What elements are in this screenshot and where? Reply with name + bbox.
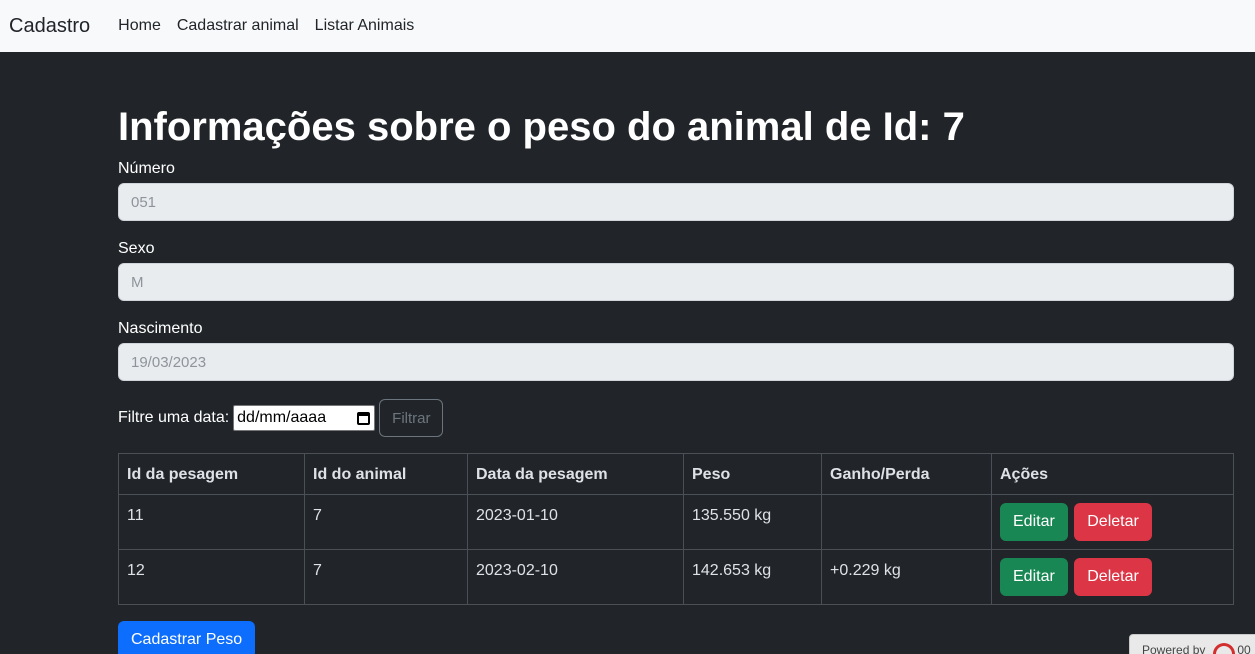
header-ganho-perda: Ganho/Perda — [821, 453, 992, 495]
header-id-pesagem: Id da pesagem — [118, 453, 305, 495]
nascimento-group: Nascimento — [118, 319, 1234, 381]
cell-peso: 135.550 kg — [683, 494, 822, 550]
cell-id-animal: 7 — [304, 494, 468, 550]
page-title: Informações sobre o peso do animal de Id… — [118, 105, 965, 149]
sexo-field[interactable] — [118, 263, 1234, 301]
cell-ganho-perda — [821, 494, 992, 550]
numero-field[interactable] — [118, 183, 1234, 221]
table-header-row: Id da pesagem Id do animal Data da pesag… — [118, 453, 1234, 495]
navbar-brand[interactable]: Cadastro — [9, 15, 90, 38]
table-row: 11 7 2023-01-10 135.550 kg Editar Deleta… — [118, 494, 1234, 550]
powered-by-text: Powered by — [1142, 643, 1206, 654]
nascimento-label: Nascimento — [118, 320, 203, 337]
date-filter-input[interactable]: dd/mm/aaaa — [233, 405, 376, 431]
header-id-animal: Id do animal — [304, 453, 468, 495]
edit-button[interactable]: Editar — [1000, 558, 1068, 596]
table-row: 12 7 2023-02-10 142.653 kg +0.229 kg Edi… — [118, 549, 1234, 605]
cell-acoes: Editar Deletar — [991, 549, 1234, 605]
powered-by-badge[interactable]: Powered by 00 — [1129, 634, 1255, 654]
edit-button[interactable]: Editar — [1000, 503, 1068, 541]
filter-button[interactable]: Filtrar — [379, 399, 444, 437]
main-container: Informações sobre o peso do animal de Id… — [118, 52, 1234, 654]
header-data-pesagem: Data da pesagem — [467, 453, 684, 495]
cell-id-pesagem: 12 — [118, 549, 305, 605]
filter-label: Filtre uma data: — [118, 409, 230, 426]
header-peso: Peso — [683, 453, 822, 495]
powered-by-logo-text: 00 — [1237, 643, 1251, 654]
cell-data-pesagem: 2023-02-10 — [467, 549, 684, 605]
cadastrar-peso-button[interactable]: Cadastrar Peso — [118, 621, 256, 654]
cell-id-animal: 7 — [304, 549, 468, 605]
nav-link-listar-animais[interactable]: Listar Animais — [315, 17, 415, 35]
cell-peso: 142.653 kg — [683, 549, 822, 605]
filter-row: Filtre uma data: dd/mm/aaaa Filtrar — [118, 399, 1234, 437]
date-placeholder: dd/mm/aaaa — [237, 409, 327, 426]
cell-acoes: Editar Deletar — [991, 494, 1234, 550]
weighings-table: Id da pesagem Id do animal Data da pesag… — [118, 453, 1234, 605]
calendar-icon[interactable] — [357, 411, 371, 425]
nascimento-field[interactable] — [118, 343, 1234, 381]
delete-button[interactable]: Deletar — [1074, 503, 1152, 541]
cell-ganho-perda: +0.229 kg — [821, 549, 992, 605]
sexo-group: Sexo — [118, 239, 1234, 301]
sexo-label: Sexo — [118, 240, 155, 257]
delete-button[interactable]: Deletar — [1074, 558, 1152, 596]
header-acoes: Ações — [991, 453, 1234, 495]
nav-link-cadastrar-animal[interactable]: Cadastrar animal — [177, 17, 299, 35]
cell-id-pesagem: 11 — [118, 494, 305, 550]
powered-by-logo-icon — [1213, 643, 1236, 654]
numero-label: Número — [118, 160, 175, 177]
navbar: Cadastro Home Cadastrar animal Listar An… — [0, 0, 1255, 52]
numero-group: Número — [118, 159, 1234, 221]
cell-data-pesagem: 2023-01-10 — [467, 494, 684, 550]
nav-link-home[interactable]: Home — [118, 17, 161, 35]
